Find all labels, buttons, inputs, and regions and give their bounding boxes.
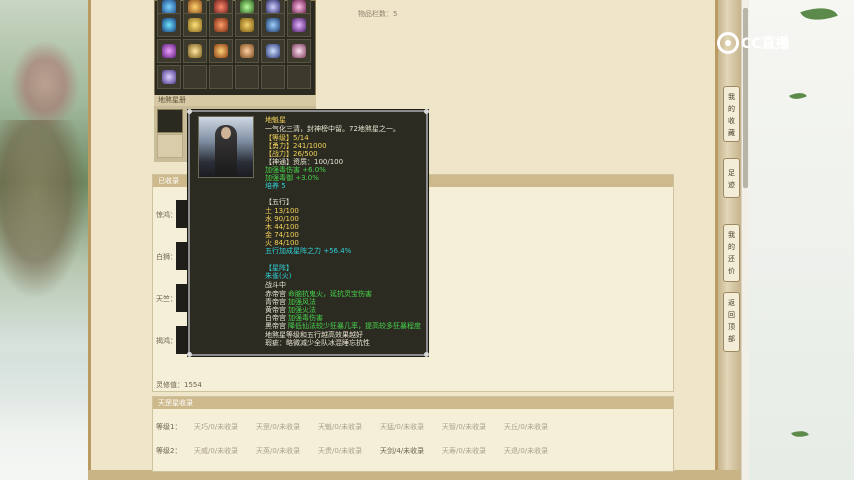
shenmo-header: 地煞星册 xyxy=(154,95,316,106)
collection-portrait[interactable] xyxy=(176,200,188,228)
scenery-left xyxy=(0,0,88,480)
tooltip-wuxing-title: 【五行】 xyxy=(265,198,293,206)
scenery-right xyxy=(742,0,854,480)
inventory-slot[interactable] xyxy=(157,65,181,89)
side-nav-footprint[interactable]: 足 迹 xyxy=(723,158,740,198)
inventory-slot-empty[interactable] xyxy=(235,65,259,89)
inventory-slot[interactable] xyxy=(261,13,285,37)
tiangang-row-label: 等级2： xyxy=(156,447,182,455)
inventory-slot-empty[interactable] xyxy=(287,65,311,89)
shenmo-character-slot[interactable] xyxy=(157,109,183,133)
tiangang-cell[interactable]: 天贵/0/未收录 xyxy=(318,446,362,456)
tooltip-wuxing-bonus: 五行加成星阵之力 +56.4% xyxy=(265,247,352,255)
side-nav-bargain[interactable]: 我 的 还 价 xyxy=(723,224,740,282)
tooltip-gong-name: 黑帝宫 xyxy=(265,322,286,330)
tiangang-cell[interactable]: 天寿/0/未收录 xyxy=(442,446,486,456)
inventory-slot[interactable] xyxy=(235,39,259,63)
leaf-icon xyxy=(789,88,807,104)
tiangang-section: 天罡星收录 xyxy=(152,396,674,472)
tooltip-xingzhen-sub: 朱雀(火) xyxy=(265,272,292,280)
tiangang-cell[interactable]: 天猛/0/未收录 xyxy=(380,422,424,432)
tooltip-battle: 战斗中 xyxy=(265,281,286,289)
collection-portrait[interactable] xyxy=(176,284,188,312)
leaf-icon xyxy=(800,0,838,28)
tiangang-cell[interactable]: 天丘/0/未收录 xyxy=(504,422,548,432)
inventory-slot[interactable] xyxy=(261,39,285,63)
tooltip-peiyang: 培养 5 xyxy=(265,182,286,190)
cc-logo-icon xyxy=(717,32,739,54)
tiangang-cell[interactable]: 天英/0/未收录 xyxy=(256,446,300,456)
blossom-tree xyxy=(10,40,80,130)
inventory-grid xyxy=(154,0,316,108)
lingxiu-value: 灵修值：1554 xyxy=(156,381,202,389)
inventory-slot[interactable] xyxy=(287,39,311,63)
character-face xyxy=(221,127,231,139)
tooltip-note: 瑕疵：略微减少全队冰混睡忘抗性 xyxy=(265,339,370,347)
inventory-slot[interactable] xyxy=(157,39,181,63)
collection-portrait[interactable] xyxy=(176,326,188,354)
inventory-slot[interactable] xyxy=(183,13,207,37)
tooltip-gong-effect: 降低仙法较少狂暴几率，提高较多狂暴程度 xyxy=(288,322,421,330)
inventory-slot[interactable] xyxy=(287,13,311,37)
tiangang-cell[interactable]: 天罡/0/未收录 xyxy=(256,422,300,432)
tiangang-row-label: 等级1： xyxy=(156,423,182,431)
leaf-icon xyxy=(791,427,809,441)
tooltip-name: 地魁星 xyxy=(265,116,286,124)
inventory-slot[interactable] xyxy=(235,13,259,37)
inventory-slot[interactable] xyxy=(183,39,207,63)
inventory-slot[interactable] xyxy=(209,13,233,37)
collection-row-label: 揭鸿： xyxy=(156,337,177,345)
cc-live-logo: CC直播 xyxy=(717,32,790,54)
tiangang-cell[interactable]: 天剑/4/未收录 xyxy=(380,446,424,456)
collection-portrait[interactable] xyxy=(176,242,188,270)
cc-logo-text: CC直播 xyxy=(741,36,790,52)
inventory-slot[interactable] xyxy=(209,39,233,63)
inventory-slot-empty[interactable] xyxy=(209,65,233,89)
side-nav-favorites[interactable]: 我 的 收 藏 xyxy=(723,86,740,142)
tooltip-desc: 一气化三清，封神榜中留。72地煞星之一。 xyxy=(265,125,400,133)
character-portrait xyxy=(198,116,254,178)
inventory-slot-empty[interactable] xyxy=(261,65,285,89)
collection-row-label: 惊鸿： xyxy=(156,211,177,219)
inventory-slot[interactable] xyxy=(157,13,181,37)
inventory-slot-empty[interactable] xyxy=(183,65,207,89)
side-nav-back-to-top[interactable]: 返 回 顶 部 xyxy=(723,292,740,352)
shenmo-empty-slot[interactable] xyxy=(157,134,183,158)
collection-row-label: 天竺： xyxy=(156,295,177,303)
tiangang-header: 天罡星收录 xyxy=(153,397,673,409)
tiangang-cell[interactable]: 天退/0/未收录 xyxy=(504,446,548,456)
tiangang-cell[interactable]: 天魁/0/未收录 xyxy=(318,422,362,432)
mist xyxy=(0,360,88,480)
tiangang-cell[interactable]: 天威/0/未收录 xyxy=(194,446,238,456)
cliff xyxy=(0,120,88,300)
tiangang-cell[interactable]: 天智/0/未收录 xyxy=(442,422,486,432)
inventory-count: 物品栏数：5 xyxy=(358,10,398,18)
collection-row-label: 白狮： xyxy=(156,253,177,261)
tiangang-cell[interactable]: 天巧/0/未收录 xyxy=(194,422,238,432)
